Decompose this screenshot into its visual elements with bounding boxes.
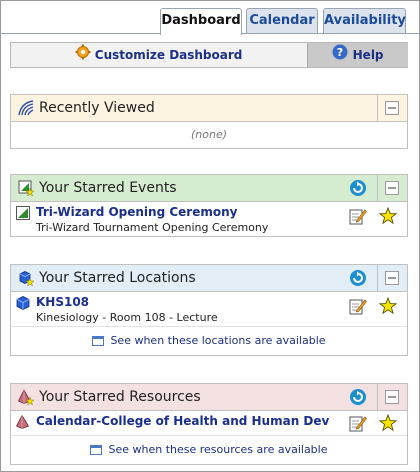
minimize-icon[interactable] — [385, 181, 399, 195]
tab-bar: Dashboard Calendar Availability — [0, 8, 420, 35]
edit-icon[interactable] — [349, 207, 367, 225]
header-divider — [377, 95, 378, 121]
edit-icon[interactable] — [349, 414, 367, 432]
locations-availability-label: See when these locations are available — [110, 334, 326, 347]
edit-icon[interactable] — [349, 297, 367, 315]
tab-availability[interactable]: Availability — [323, 8, 406, 33]
star-icon[interactable] — [378, 296, 398, 315]
location-title-link[interactable]: KHS108 — [36, 295, 89, 309]
tab-dashboard[interactable]: Dashboard — [160, 8, 242, 35]
starred-resources-header: Your Starred Resources — [11, 384, 407, 411]
header-divider — [377, 175, 378, 201]
minimize-icon[interactable] — [385, 390, 399, 404]
event-icon — [16, 206, 30, 220]
starred-events-panel: Your Starred Events Tri-Wizard Opening C… — [10, 174, 408, 237]
location-star-icon — [18, 270, 35, 287]
recently-viewed-icon — [18, 100, 34, 116]
event-star-icon — [18, 180, 35, 197]
tab-calendar[interactable]: Calendar — [246, 8, 318, 33]
location-icon — [16, 296, 30, 310]
refresh-icon[interactable] — [349, 179, 367, 197]
list-item: Tri-Wizard Opening Ceremony Tri-Wizard T… — [11, 202, 407, 236]
customize-dashboard-button[interactable]: Customize Dashboard — [11, 43, 306, 67]
starred-resources-title: Your Starred Resources — [39, 389, 201, 405]
resource-icon — [15, 414, 30, 429]
refresh-icon[interactable] — [349, 388, 367, 406]
locations-availability-link[interactable]: See when these locations are available — [11, 327, 407, 355]
location-subtitle: Kinesiology - Room 108 - Lecture — [36, 311, 218, 324]
calendar-icon — [90, 445, 103, 455]
list-item: Calendar-College of Health and Human Dev — [11, 411, 407, 436]
recently-viewed-header: Recently Viewed — [11, 95, 407, 122]
star-icon[interactable] — [378, 206, 398, 225]
star-icon[interactable] — [378, 413, 398, 432]
help-button[interactable]: ? Help — [307, 43, 408, 67]
event-subtitle: Tri-Wizard Tournament Opening Ceremony — [36, 221, 269, 234]
resources-availability-link[interactable]: See when these resources are available — [11, 436, 407, 464]
starred-locations-header: Your Starred Locations — [11, 265, 407, 292]
resources-availability-label: See when these resources are available — [108, 443, 328, 456]
customize-dashboard-label: Customize Dashboard — [94, 48, 243, 62]
recently-viewed-title: Recently Viewed — [39, 100, 155, 116]
starred-events-header: Your Starred Events — [11, 175, 407, 202]
calendar-icon — [92, 336, 105, 346]
refresh-icon[interactable] — [349, 269, 367, 287]
minimize-icon[interactable] — [385, 271, 399, 285]
help-label: Help — [352, 48, 384, 62]
help-icon: ? — [332, 44, 348, 68]
starred-resources-panel: Your Starred Resources Calendar-College … — [10, 383, 408, 465]
list-item: KHS108 Kinesiology - Room 108 - Lecture — [11, 292, 407, 327]
header-divider — [377, 384, 378, 410]
resource-star-icon — [17, 389, 35, 406]
gear-icon — [75, 44, 91, 68]
svg-text:?: ? — [337, 46, 343, 59]
resource-title-link[interactable]: Calendar-College of Health and Human Dev — [36, 414, 329, 428]
recently-viewed-panel: Recently Viewed (none) — [10, 94, 408, 149]
starred-locations-title: Your Starred Locations — [39, 270, 196, 286]
starred-events-title: Your Starred Events — [39, 180, 177, 196]
starred-locations-panel: Your Starred Locations KHS108 Kinesiolog… — [10, 264, 408, 356]
tab-underline — [0, 33, 420, 34]
header-divider — [377, 265, 378, 291]
dashboard-toolbar: Customize Dashboard ? Help — [10, 42, 408, 68]
event-title-link[interactable]: Tri-Wizard Opening Ceremony — [36, 205, 237, 219]
empty-text: (none) — [190, 128, 228, 141]
minimize-icon[interactable] — [385, 101, 399, 115]
